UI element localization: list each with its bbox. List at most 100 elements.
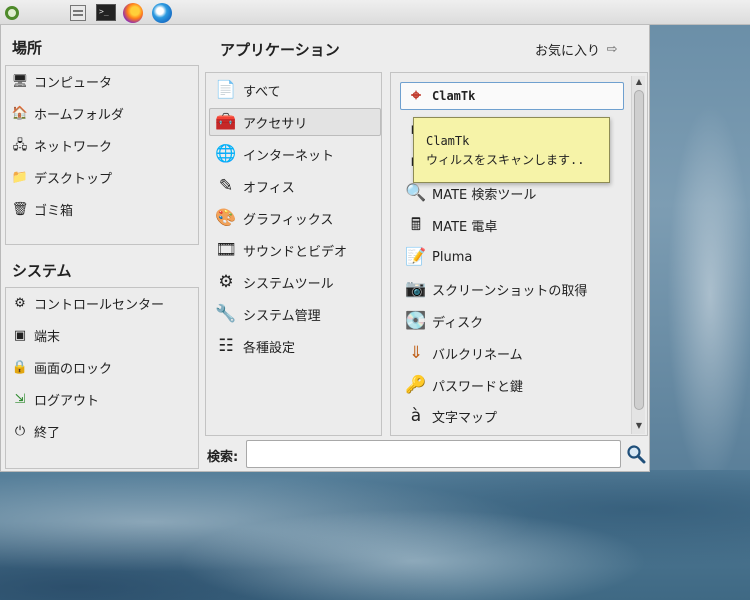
app-passwords-keys[interactable]: 🔑 パスワードと鍵 [401,370,621,400]
clamtk-icon: ⌖ [411,85,421,106]
place-item-home[interactable]: 🏠 ホームフォルダ [12,100,124,126]
app-disks[interactable]: 💽 ディスク [401,306,621,336]
top-panel: >_ [0,0,750,25]
category-sound-video[interactable]: 🎞 サウンドとビデオ [209,236,381,264]
system-item-lock-screen[interactable]: 🔒 画面のロック [12,354,112,380]
desktop-wallpaper [0,470,750,600]
search-label: 検索: [207,450,239,465]
home-folder-icon: 🏠 [11,105,29,121]
office-icon: ✎ [218,175,234,196]
app-label: ClamTk [432,89,476,103]
character-map-icon: à [410,405,422,426]
scroll-down-arrow-icon[interactable]: ▼ [632,420,646,432]
app-label: MATE 検索ツール [432,187,537,203]
firefox-icon[interactable] [122,2,144,23]
search-tool-icon: 🔍 [405,182,427,203]
category-system-tools[interactable]: ⚙ システムツール [209,268,381,296]
passwords-keys-icon: 🔑 [405,374,427,395]
sound-video-icon: 🎞 [215,239,237,260]
text-editor-icon: 📝 [405,246,427,267]
internet-icon: 🌐 [215,143,237,164]
category-administration[interactable]: 🔧 システム管理 [209,300,381,328]
terminal-icon[interactable]: >_ [95,2,117,23]
mate-menu-icon[interactable] [1,2,23,23]
system-item-control-center[interactable]: ⚙ コントロールセンター [12,290,164,316]
applications-title: アプリケーション [220,41,340,59]
category-graphics[interactable]: 🎨 グラフィックス [209,204,381,232]
category-all[interactable]: 📄 すべて [209,76,381,104]
system-item-label: コントロールセンター [34,297,165,313]
desktop-folder-icon: 📁 [11,169,29,185]
category-label: グラフィックス [243,212,334,228]
trash-icon: 🗑 [11,201,29,217]
place-item-label: ホームフォルダ [34,107,124,123]
mate-menu-window: 場所 🖥 コンピュータ 🏠 ホームフォルダ 🖧 ネットワーク 📁 デスクトップ … [0,25,650,472]
scroll-up-arrow-icon[interactable]: ▲ [632,76,646,88]
place-item-label: コンピュータ [34,75,113,91]
lock-screen-icon: 🔒 [11,359,29,375]
logout-icon: ⇲ [14,391,26,407]
administration-icon: 🔧 [215,303,237,324]
places-title: 場所 [12,39,43,57]
system-tools-icon: ⚙ [218,271,234,292]
system-item-label: 端末 [34,329,61,345]
place-item-label: ネットワーク [34,139,113,155]
shutdown-icon: ⏻ [14,423,26,439]
system-item-label: 終了 [34,425,61,441]
app-pluma[interactable]: 📝 Pluma [401,242,621,272]
place-item-desktop[interactable]: 📁 デスクトップ [12,164,112,190]
app-label: Pluma [432,249,473,265]
system-title: システム [12,262,72,280]
category-office[interactable]: ✎ オフィス [209,172,381,200]
tooltip-title: ClamTk [426,134,470,148]
app-list-scrollbar[interactable]: ▲ ▼ [631,76,645,434]
category-list: 📄 すべて 🧰 アクセサリ 🌐 インターネット ✎ オフィス 🎨 グラフィックス… [205,72,382,436]
category-label: 各種設定 [243,340,296,356]
app-tooltip: ClamTk ウィルスをスキャンします.. [413,117,610,183]
place-item-computer[interactable]: 🖥 コンピュータ [12,68,112,94]
app-screenshot[interactable]: 📷 スクリーンショットの取得 [401,274,621,304]
category-accessories[interactable]: 🧰 アクセサリ [209,108,381,136]
app-label: MATE 電卓 [432,219,498,235]
app-clamtk[interactable]: ⌖ ClamTk [400,82,624,110]
app-mate-calculator[interactable]: 🖩 MATE 電卓 [401,210,621,240]
app-label: バルクリネーム [432,347,523,363]
chevron-right-icon: ⇨ [606,42,618,57]
screenshot-icon: 📷 [405,278,427,299]
category-label: サウンドとビデオ [243,244,348,260]
search-input[interactable] [246,440,621,468]
app-bulk-rename[interactable]: ⇓ バルクリネーム [401,338,621,368]
file-manager-icon[interactable] [67,2,89,23]
category-preferences[interactable]: ☷ 各種設定 [209,332,381,360]
category-label: システム管理 [243,308,321,324]
place-item-network[interactable]: 🖧 ネットワーク [12,132,112,158]
category-label: システムツール [243,276,334,292]
calculator-icon: 🖩 [410,214,422,235]
favorites-button[interactable]: お気に入り ⇨ [535,40,620,59]
app-label: ディスク [432,315,484,331]
search-icon[interactable] [626,444,646,464]
system-item-logout[interactable]: ⇲ ログアウト [12,386,99,412]
bulk-rename-icon: ⇓ [408,342,424,363]
disks-icon: 💽 [405,310,427,331]
computer-icon: 🖥 [11,73,29,89]
system-item-terminal[interactable]: ▣ 端末 [12,322,60,348]
place-item-trash[interactable]: 🗑 ゴミ箱 [12,196,73,222]
app-label: パスワードと鍵 [432,379,524,395]
category-internet[interactable]: 🌐 インターネット [209,140,381,168]
system-list: ⚙ コントロールセンター ▣ 端末 🔒 画面のロック ⇲ ログアウト ⏻ 終了 [5,287,199,469]
system-item-shutdown[interactable]: ⏻ 終了 [12,418,60,444]
place-item-label: デスクトップ [34,171,113,187]
preferences-icon: ☷ [218,335,234,356]
app-label: スクリーンショットの取得 [432,283,588,299]
app-character-map[interactable]: à 文字マップ [401,401,621,431]
scroll-thumb[interactable] [634,90,644,410]
thunderbird-icon[interactable] [151,2,173,23]
place-item-label: ゴミ箱 [34,203,74,219]
category-label: インターネット [243,148,335,164]
all-apps-icon: 📄 [215,79,237,100]
terminal-icon: ▣ [13,327,27,343]
places-list: 🖥 コンピュータ 🏠 ホームフォルダ 🖧 ネットワーク 📁 デスクトップ 🗑 ゴ… [5,65,199,245]
system-item-label: ログアウト [34,393,100,409]
system-item-label: 画面のロック [34,361,113,377]
